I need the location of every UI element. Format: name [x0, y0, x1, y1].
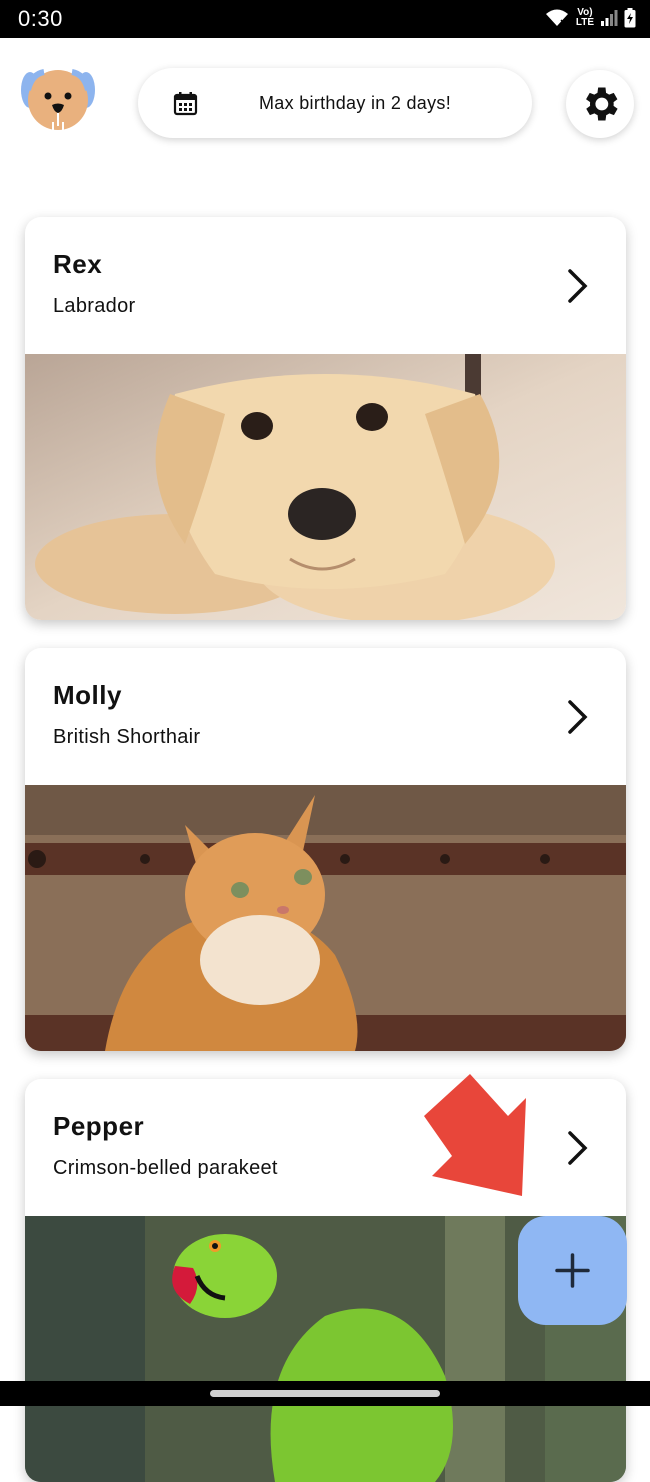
orange-cat-photo [25, 785, 626, 1051]
dog-face-icon [21, 69, 95, 130]
photo-molly-illustration [25, 785, 626, 1051]
signal-icon [601, 10, 618, 26]
red-arrow-annotation [424, 1074, 526, 1196]
labrador-puppy-photo [25, 354, 626, 620]
chevron-right-icon[interactable] [565, 1129, 591, 1167]
plus-icon [555, 1253, 590, 1288]
pet-breed: Crimson-belled parakeet [53, 1157, 278, 1179]
network-label-bottom: LTE [575, 17, 594, 28]
pet-name: Rex [53, 249, 103, 279]
chevron-right-icon[interactable] [565, 698, 591, 736]
battery-icon [624, 8, 636, 28]
status-bar: 0:30 Vo) LTE [0, 0, 650, 38]
birthday-reminder[interactable]: Max birthday in 2 days! [138, 68, 532, 138]
pet-breed: British Shorthair [53, 726, 201, 748]
pet-name: Molly [53, 680, 122, 710]
add-pet-button[interactable] [518, 1216, 627, 1325]
photo-rex-illustration [25, 354, 626, 620]
pet-card-rex[interactable]: Rex Labrador [25, 217, 626, 620]
status-icons: Vo) LTE [544, 8, 636, 28]
wifi-icon [545, 9, 568, 26]
pet-name: Pepper [53, 1111, 145, 1141]
reminder-text: Max birthday in 2 days! [259, 93, 451, 113]
settings-button[interactable] [566, 70, 634, 138]
pet-breed: Labrador [53, 295, 136, 317]
pet-card-molly[interactable]: Molly British Shorthair [25, 648, 626, 1051]
chevron-right-icon[interactable] [565, 267, 591, 305]
gesture-handle[interactable] [210, 1390, 440, 1397]
calendar-icon [173, 92, 198, 116]
network-type-label: Vo) LTE [576, 8, 594, 28]
profile-avatar[interactable] [20, 66, 96, 136]
gear-icon [586, 87, 618, 121]
status-time: 0:30 [18, 6, 63, 31]
navigation-bar [0, 1381, 650, 1406]
